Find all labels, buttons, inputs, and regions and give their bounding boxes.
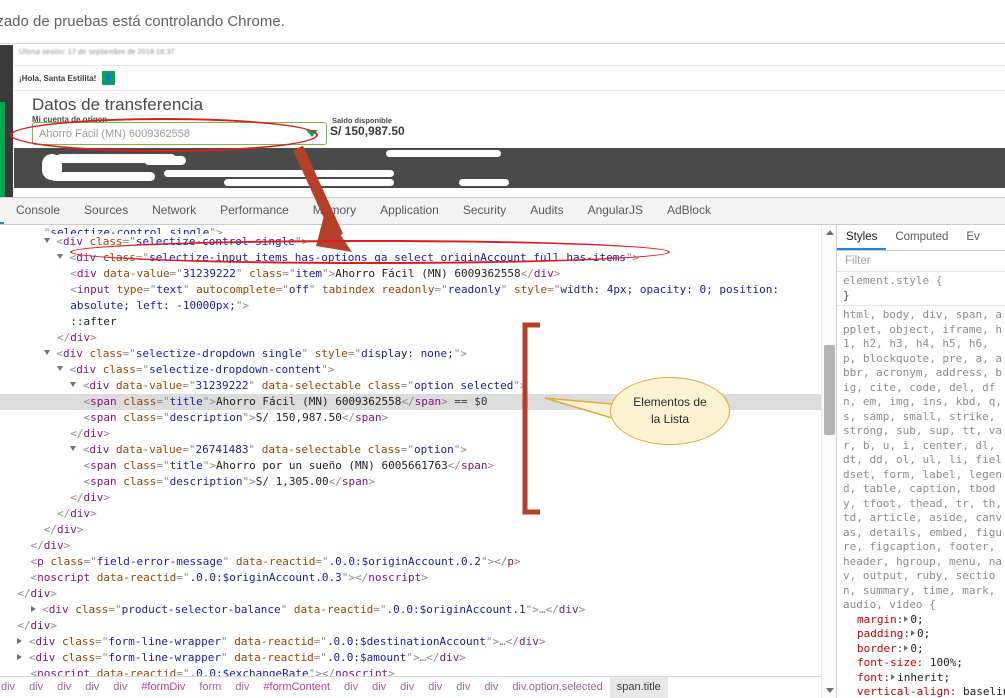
callout-line-1: Elementos de xyxy=(633,395,707,409)
screenshot-root: matizado de pruebas está controlando Chr… xyxy=(0,0,1005,698)
annotation-overlay xyxy=(292,145,613,515)
annotation-bracket xyxy=(522,322,540,515)
annotation-callout: Elementos de la Lista xyxy=(610,377,730,445)
callout-leader-tail xyxy=(544,397,613,420)
callout-line-2: la Lista xyxy=(650,412,690,426)
